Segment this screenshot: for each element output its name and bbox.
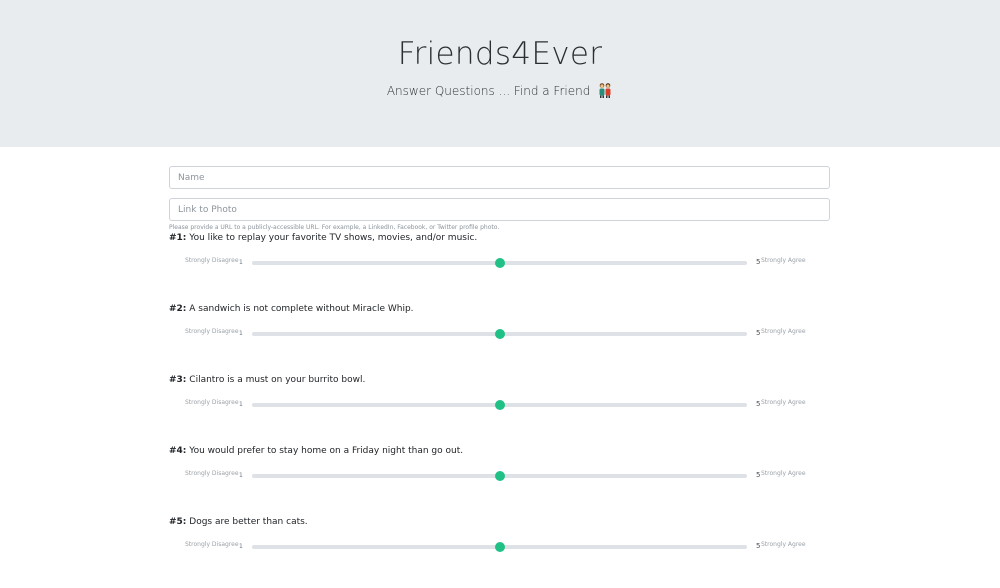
slider-max-label: Strongly Agree (761, 541, 806, 548)
slider-max-label: Strongly Agree (761, 399, 806, 406)
slider-max-value: 5 (756, 471, 761, 479)
question-text: #1: You like to replay your favorite TV … (169, 233, 477, 243)
slider-track[interactable] (252, 542, 747, 552)
photo-help-text: Please provide a URL to a publicly-acces… (169, 224, 500, 231)
page-subtitle: Answer Questions ... Find a Friend (0, 82, 1000, 98)
slider-min-value: 1 (239, 472, 243, 479)
two-people-icon (599, 83, 611, 98)
questions-list: #1: You like to replay your favorite TV … (169, 233, 830, 588)
slider-min-label: Strongly Disagree (185, 470, 239, 477)
question-statement: Cilantro is a must on your burrito bowl. (189, 375, 366, 385)
slider-min-label: Strongly Disagree (185, 399, 239, 406)
slider-thumb[interactable] (494, 471, 505, 481)
question-item: #4: You would prefer to stay home on a F… (169, 446, 830, 517)
question-item: #3: Cilantro is a must on your burrito b… (169, 375, 830, 446)
slider-min-value: 1 (239, 401, 243, 408)
slider-min-value: 1 (239, 259, 243, 266)
slider-max-value: 5 (756, 329, 761, 337)
jumbotron-header: Friends4Ever Answer Questions ... Find a… (0, 0, 1000, 147)
name-input[interactable] (169, 166, 830, 189)
question-statement: A sandwich is not complete without Mirac… (189, 304, 414, 314)
slider-thumb[interactable] (494, 542, 505, 552)
slider-min-label: Strongly Disagree (185, 257, 239, 264)
answer-slider-row: Strongly Disagree 1 5 Strongly Agree (169, 328, 830, 340)
slider-min-label: Strongly Disagree (185, 328, 239, 335)
question-statement: Dogs are better than cats. (189, 517, 308, 527)
slider-track[interactable] (252, 329, 747, 339)
question-text: #5: Dogs are better than cats. (169, 517, 308, 527)
question-statement: You like to replay your favorite TV show… (189, 233, 478, 243)
slider-max-value: 5 (756, 258, 761, 266)
answer-slider-row: Strongly Disagree 1 5 Strongly Agree (169, 257, 830, 269)
question-number: #2: (169, 304, 187, 314)
photo-link-input[interactable] (169, 198, 830, 221)
slider-min-value: 1 (239, 543, 243, 550)
question-number: #3: (169, 375, 187, 385)
answer-slider-row: Strongly Disagree 1 5 Strongly Agree (169, 541, 830, 553)
question-text: #3: Cilantro is a must on your burrito b… (169, 375, 365, 385)
slider-max-value: 5 (756, 542, 761, 550)
question-number: #5: (169, 517, 187, 527)
slider-min-value: 1 (239, 330, 243, 337)
slider-thumb[interactable] (494, 258, 505, 268)
question-statement: You would prefer to stay home on a Frida… (189, 446, 464, 456)
slider-max-value: 5 (756, 400, 761, 408)
slider-track[interactable] (252, 471, 747, 481)
question-text: #2: A sandwich is not complete without M… (169, 304, 414, 314)
question-item: #1: You like to replay your favorite TV … (169, 233, 830, 304)
survey-form: Please provide a URL to a publicly-acces… (169, 166, 830, 588)
slider-thumb[interactable] (494, 329, 505, 339)
slider-track[interactable] (252, 258, 747, 268)
slider-min-label: Strongly Disagree (185, 541, 239, 548)
slider-thumb[interactable] (494, 400, 505, 410)
question-text: #4: You would prefer to stay home on a F… (169, 446, 463, 456)
slider-track[interactable] (252, 400, 747, 410)
answer-slider-row: Strongly Disagree 1 5 Strongly Agree (169, 399, 830, 411)
question-item: #5: Dogs are better than cats. Strongly D… (169, 517, 830, 588)
question-number: #4: (169, 446, 187, 456)
page-subtitle-text: Answer Questions ... Find a Friend (386, 84, 591, 98)
slider-max-label: Strongly Agree (761, 328, 806, 335)
question-item: #2: A sandwich is not complete without M… (169, 304, 830, 375)
slider-max-label: Strongly Agree (761, 470, 806, 477)
answer-slider-row: Strongly Disagree 1 5 Strongly Agree (169, 470, 830, 482)
page-title: Friends4Ever (397, 36, 603, 72)
question-number: #1: (169, 233, 187, 243)
slider-max-label: Strongly Agree (761, 257, 806, 264)
